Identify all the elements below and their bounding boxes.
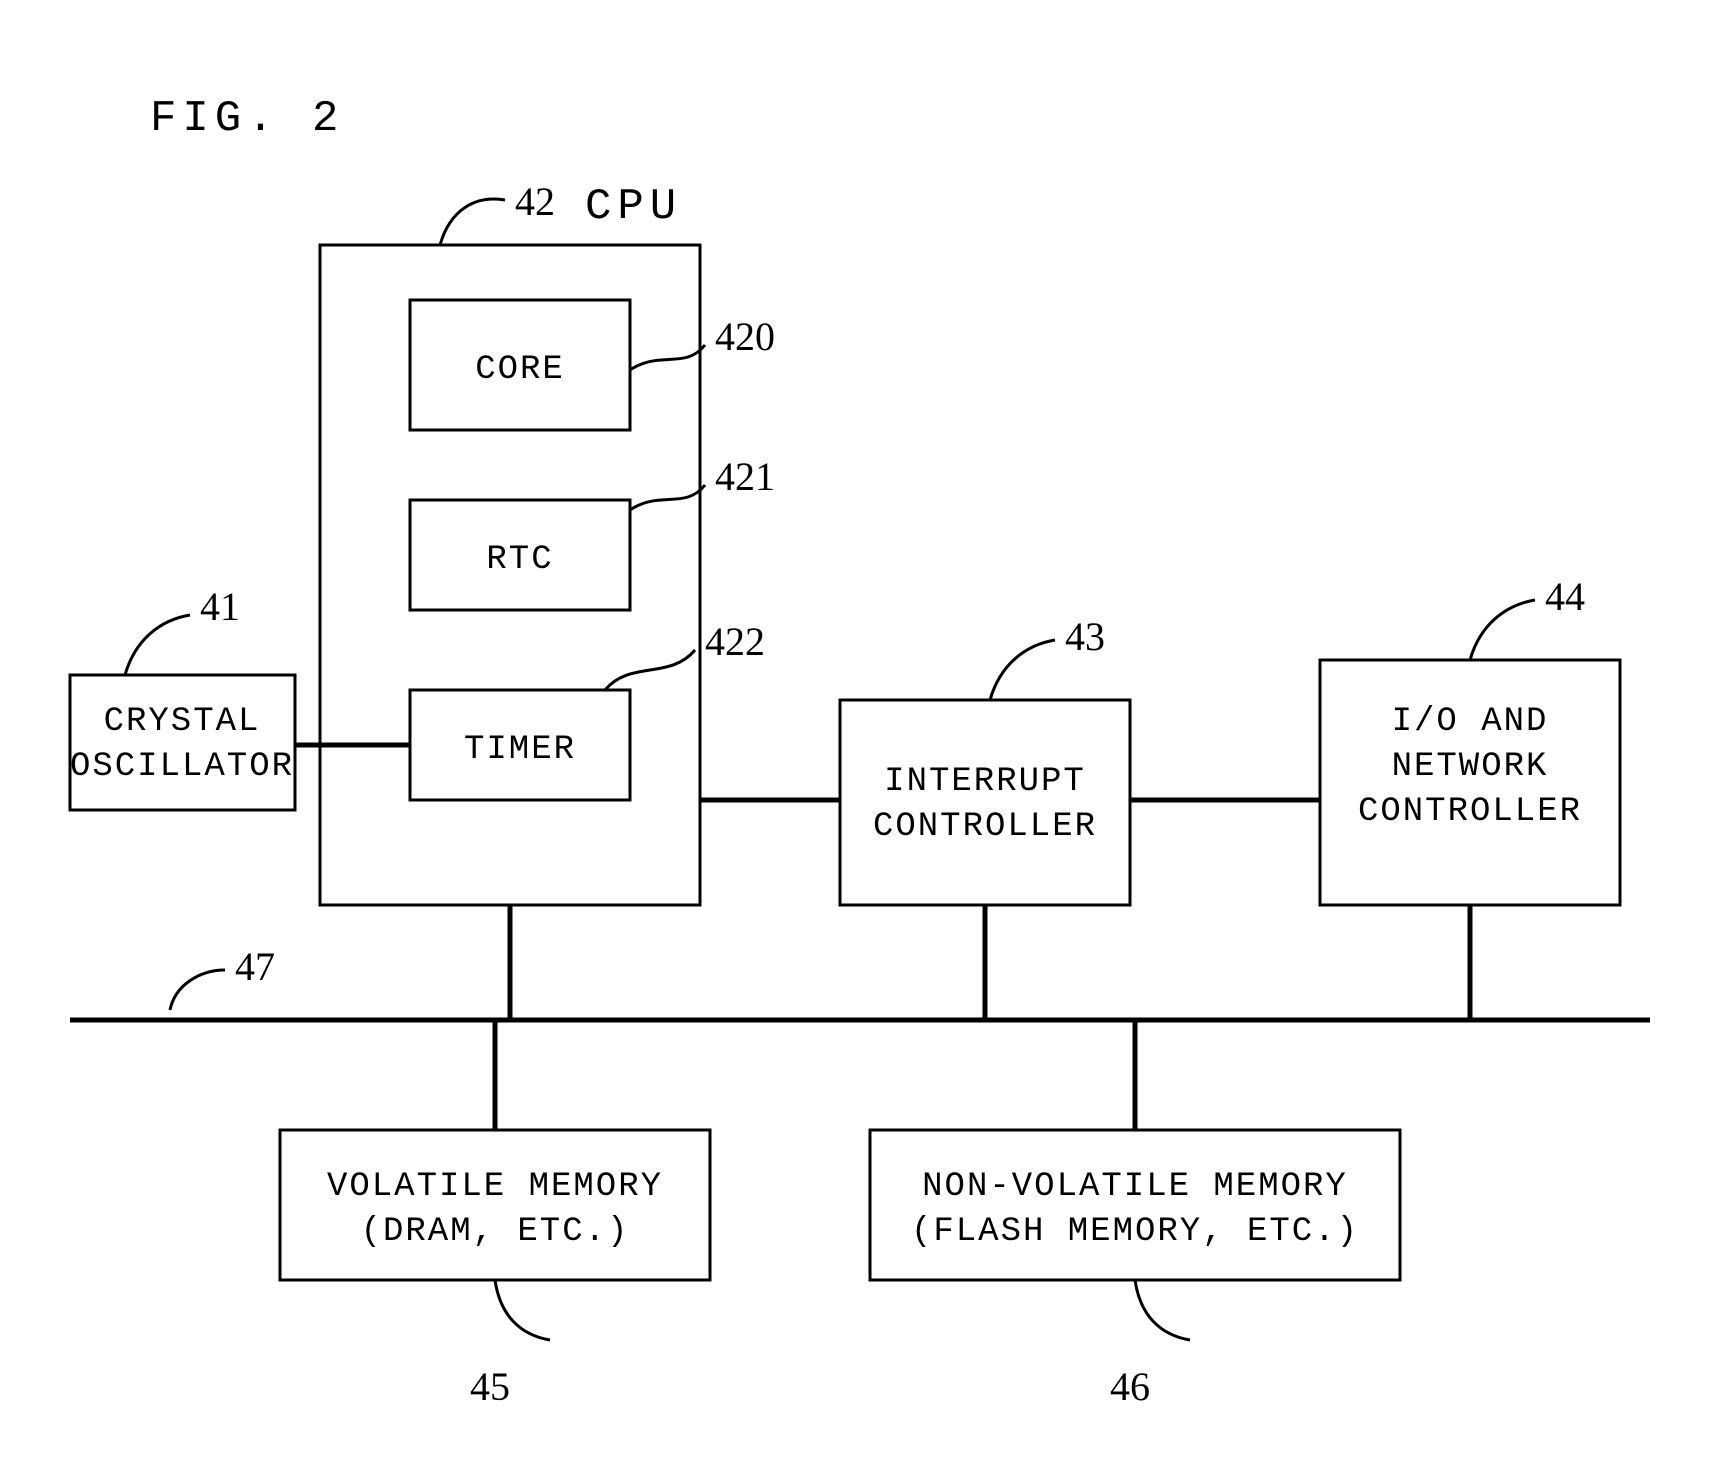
leader-io	[1470, 600, 1535, 660]
label-nonvolatile-2: (FLASH MEMORY, ETC.)	[911, 1213, 1359, 1251]
leader-crystal	[125, 615, 190, 675]
leader-interrupt	[990, 640, 1055, 700]
label-volatile-1: VOLATILE MEMORY	[327, 1168, 663, 1206]
ref-core: 420	[715, 314, 775, 359]
figure-title: FIG. 2	[150, 94, 344, 144]
label-crystal-oscillator-1: CRYSTAL	[104, 703, 261, 741]
label-io-3: CONTROLLER	[1358, 793, 1582, 831]
ref-volatile-memory: 45	[470, 1364, 510, 1409]
label-timer: TIMER	[464, 731, 576, 769]
label-interrupt-2: CONTROLLER	[873, 808, 1097, 846]
leader-cpu	[440, 199, 505, 245]
label-nonvolatile-1: NON-VOLATILE MEMORY	[922, 1168, 1348, 1206]
leader-bus	[170, 970, 225, 1010]
ref-cpu: 42	[515, 179, 555, 224]
label-io-2: NETWORK	[1392, 748, 1549, 786]
ref-interrupt-controller: 43	[1065, 614, 1105, 659]
label-core: CORE	[475, 351, 565, 389]
label-io-1: I/O AND	[1392, 703, 1549, 741]
ref-nonvolatile-memory: 46	[1110, 1364, 1150, 1409]
block-interrupt-controller	[840, 700, 1130, 905]
ref-timer: 422	[705, 619, 765, 664]
block-crystal-oscillator	[70, 675, 295, 810]
ref-io-network-controller: 44	[1545, 574, 1585, 619]
leader-nonvolatile	[1135, 1280, 1190, 1340]
ref-rtc: 421	[715, 454, 775, 499]
ref-crystal-oscillator: 41	[200, 584, 240, 629]
label-cpu: CPU	[585, 182, 682, 232]
label-rtc: RTC	[486, 541, 553, 579]
label-volatile-2: (DRAM, ETC.)	[361, 1213, 630, 1251]
leader-volatile	[495, 1280, 550, 1340]
diagram-canvas: FIG. 2 47 42 CPU CORE 420 RTC 421 TIMER …	[0, 0, 1726, 1482]
label-interrupt-1: INTERRUPT	[884, 763, 1086, 801]
ref-bus: 47	[235, 944, 275, 989]
label-crystal-oscillator-2: OSCILLATOR	[70, 748, 294, 786]
